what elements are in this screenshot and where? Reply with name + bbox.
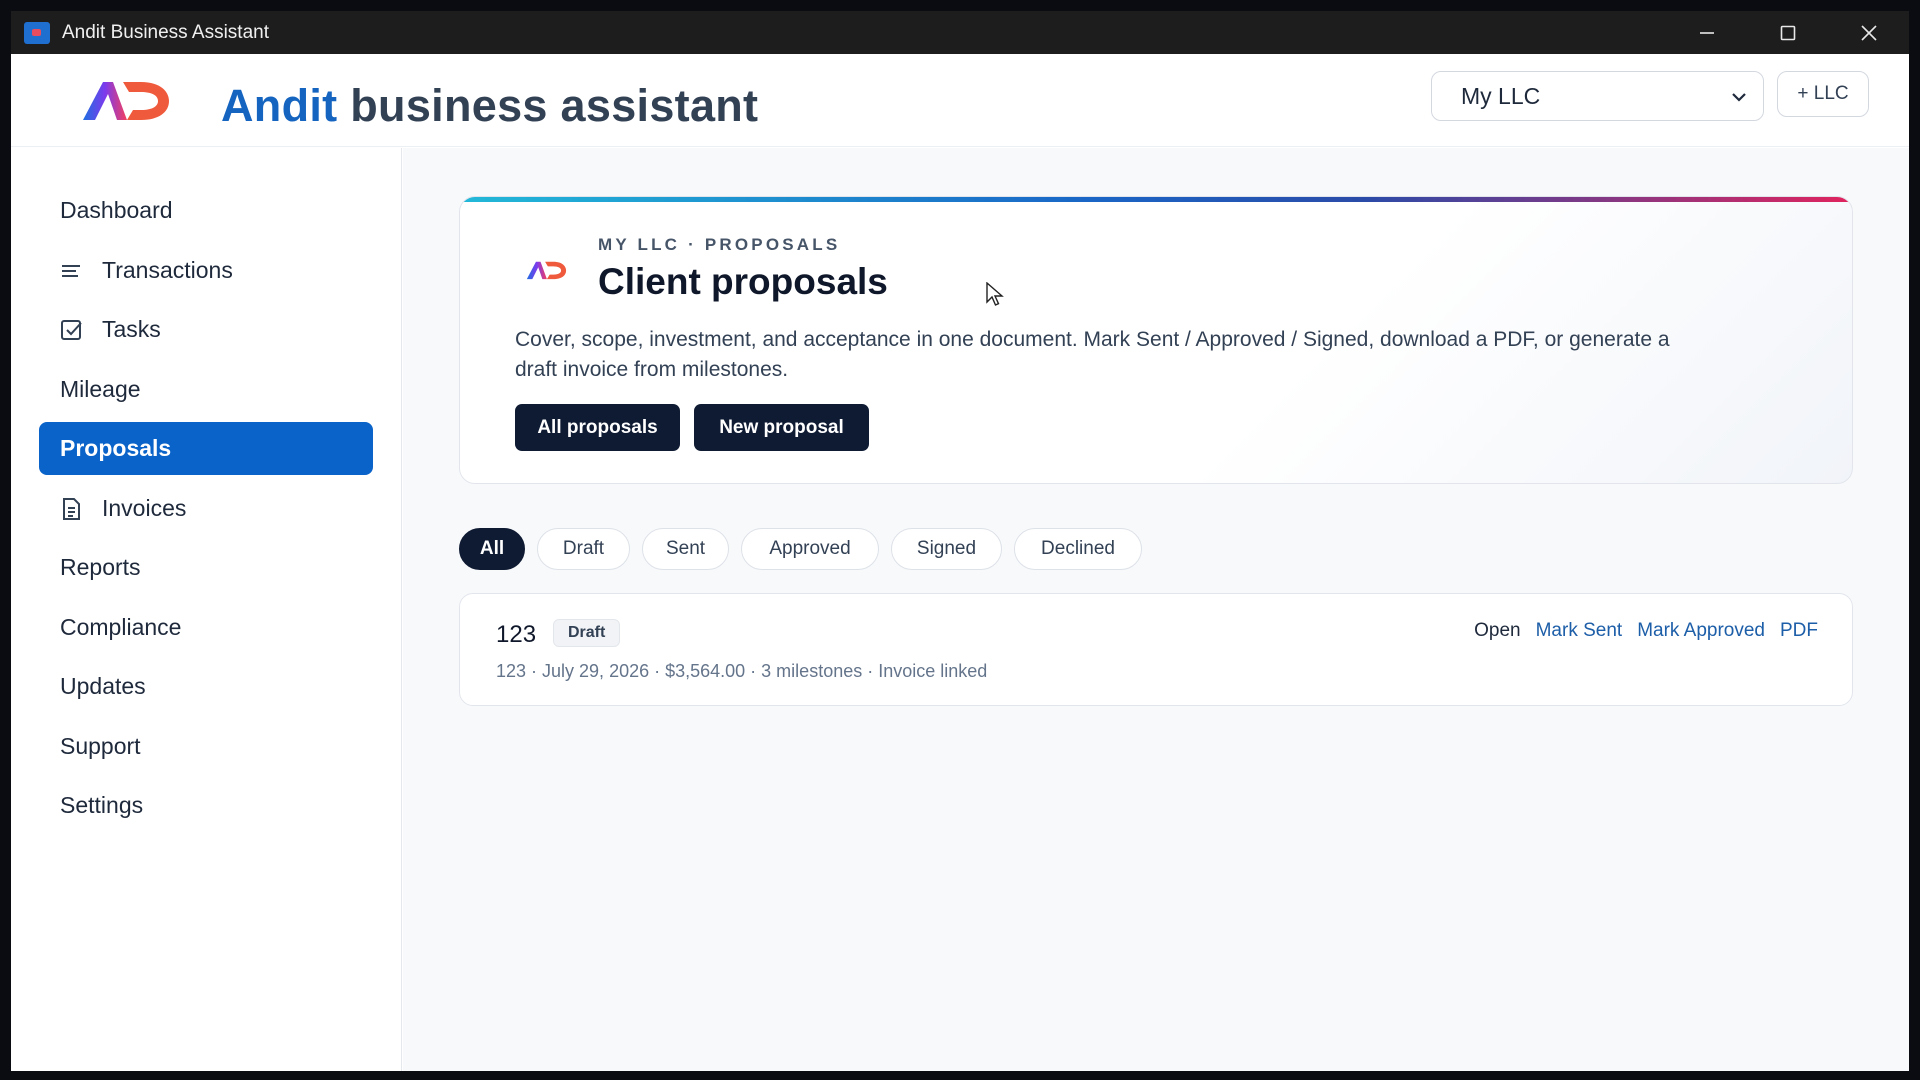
minimize-button[interactable] (1666, 11, 1747, 54)
sidebar-item-label: Tasks (102, 316, 161, 342)
app-header: Andit business assistant My LLC + LLC (11, 54, 1909, 147)
page-title: Client proposals (598, 261, 888, 302)
document-icon (60, 497, 86, 521)
andit-logo (83, 82, 169, 120)
proposal-actions: Open Mark Sent Mark Approved PDF (1474, 620, 1818, 642)
sidebar-item-transactions[interactable]: Transactions (39, 244, 373, 297)
mark-approved-link[interactable]: Mark Approved (1637, 620, 1765, 642)
list-icon (60, 262, 86, 280)
title-bar: Andit Business Assistant (11, 11, 1909, 54)
window-controls (1666, 11, 1909, 54)
sidebar-item-label: Updates (60, 673, 146, 699)
sidebar-item-label: Transactions (102, 257, 233, 283)
sidebar-item-label: Support (60, 733, 141, 759)
llc-select[interactable]: My LLC (1431, 71, 1764, 121)
close-button[interactable] (1828, 11, 1909, 54)
filter-chip-draft[interactable]: Draft (537, 528, 630, 570)
sidebar-item-label: Mileage (60, 376, 141, 402)
maximize-icon (1780, 25, 1795, 40)
sidebar-item-reports[interactable]: Reports (39, 541, 373, 594)
proposal-card: 123 Draft 123 · July 29, 2026 · $3,564.0… (459, 593, 1853, 706)
chevron-down-icon (1732, 93, 1746, 102)
all-proposals-button[interactable]: All proposals (515, 404, 680, 451)
filter-chip-sent[interactable]: Sent (642, 528, 729, 570)
sidebar-item-label: Dashboard (60, 197, 173, 223)
andit-logo-small (526, 261, 567, 280)
mouse-cursor-icon (986, 282, 1004, 306)
sidebar-item-compliance[interactable]: Compliance (39, 601, 373, 654)
sidebar-item-label: Invoices (102, 495, 187, 521)
sidebar-item-label: Settings (60, 792, 144, 818)
app-icon (24, 21, 50, 44)
app-window: Andit Business Assistant Andit business … (11, 11, 1909, 1071)
filter-chip-all[interactable]: All (459, 528, 525, 570)
filter-chip-signed[interactable]: Signed (891, 528, 1002, 570)
window-title: Andit Business Assistant (62, 21, 269, 43)
sidebar-item-dashboard[interactable]: Dashboard (39, 184, 373, 237)
sidebar-item-updates[interactable]: Updates (39, 660, 373, 713)
status-badge: Draft (553, 619, 621, 647)
mark-sent-link[interactable]: Mark Sent (1536, 620, 1623, 642)
open-proposal-link[interactable]: Open (1474, 620, 1520, 642)
new-proposal-button[interactable]: New proposal (694, 404, 869, 451)
app-name-brand: Andit (221, 80, 338, 131)
sidebar-item-support[interactable]: Support (39, 720, 373, 773)
app-name: Andit business assistant (221, 80, 758, 132)
sidebar-item-label: Compliance (60, 614, 182, 640)
checkbox-icon (60, 319, 86, 341)
sidebar-item-label: Proposals (60, 435, 172, 461)
proposal-name: 123 (496, 621, 537, 648)
app-name-rest: business assistant (337, 80, 759, 131)
proposal-meta: 123 · July 29, 2026 · $3,564.00 · 3 mile… (496, 661, 988, 681)
filter-chip-declined[interactable]: Declined (1014, 528, 1142, 570)
sidebar-item-settings[interactable]: Settings (39, 779, 373, 832)
hero-eyebrow: MY LLC · PROPOSALS (598, 235, 841, 254)
filter-chip-approved[interactable]: Approved (741, 528, 879, 570)
llc-select-value: My LLC (1461, 82, 1541, 109)
sidebar-item-label: Reports (60, 554, 141, 580)
sidebar-item-invoices[interactable]: Invoices (39, 482, 373, 535)
proposals-hero-card: MY LLC · PROPOSALS Client proposals Cove… (459, 196, 1853, 484)
close-icon (1860, 24, 1877, 41)
maximize-button[interactable] (1747, 11, 1828, 54)
add-llc-button[interactable]: + LLC (1777, 71, 1869, 117)
pdf-link[interactable]: PDF (1780, 620, 1818, 642)
main-content: MY LLC · PROPOSALS Client proposals Cove… (403, 148, 1909, 1071)
hero-description: Cover, scope, investment, and acceptance… (515, 328, 1670, 381)
hero-gradient-bar (460, 197, 1852, 202)
sidebar: Dashboard Transactions Tasks Mileage Pro… (11, 148, 402, 1071)
sidebar-item-mileage[interactable]: Mileage (39, 363, 373, 416)
sidebar-item-tasks[interactable]: Tasks (39, 303, 373, 356)
sidebar-item-proposals[interactable]: Proposals (39, 422, 373, 475)
minimize-icon (1699, 31, 1714, 34)
